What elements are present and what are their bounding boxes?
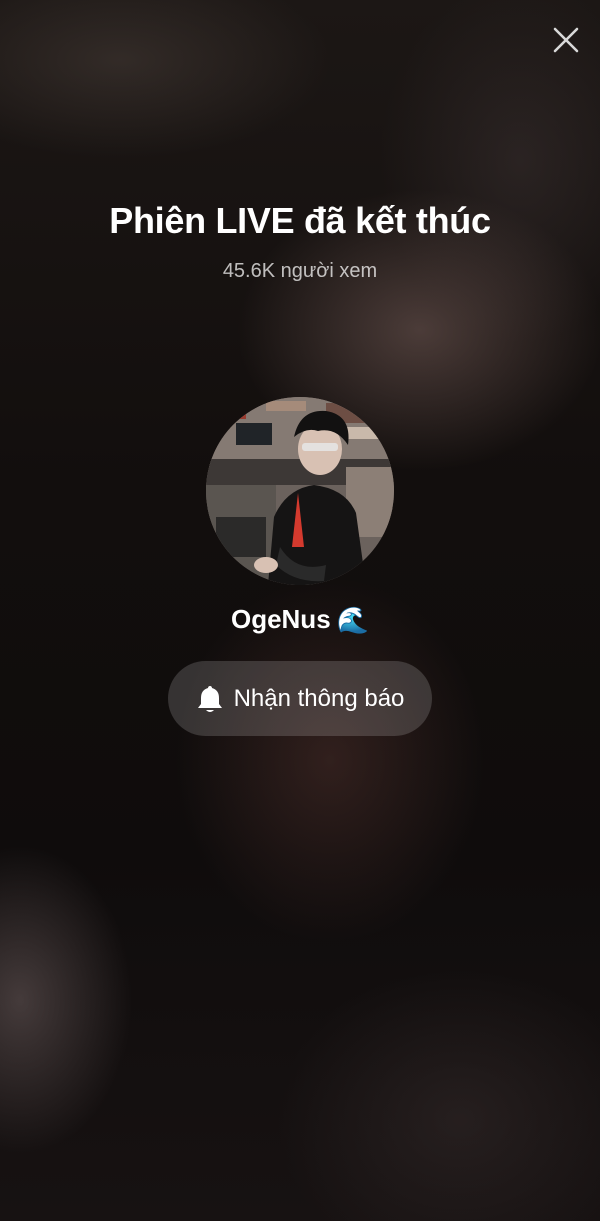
bell-icon [197,685,222,712]
host-name-row: OgeNus 🌊 [0,604,600,635]
live-ended-screen: Phiên LIVE đã kết thúc 45.6K người xem O… [0,0,600,1221]
notify-button[interactable]: Nhận thông báo [168,661,432,736]
close-icon [553,27,579,53]
wave-emoji: 🌊 [336,604,370,635]
host-username[interactable]: OgeNus [231,604,331,635]
viewer-count: 45.6K người xem [222,260,378,282]
close-button[interactable] [548,22,584,58]
avatar-photo [206,397,394,585]
notify-label: Nhận thông báo [233,684,405,712]
page-title: Phiên LIVE đã kết thúc [109,200,491,241]
avatar[interactable] [206,397,394,585]
